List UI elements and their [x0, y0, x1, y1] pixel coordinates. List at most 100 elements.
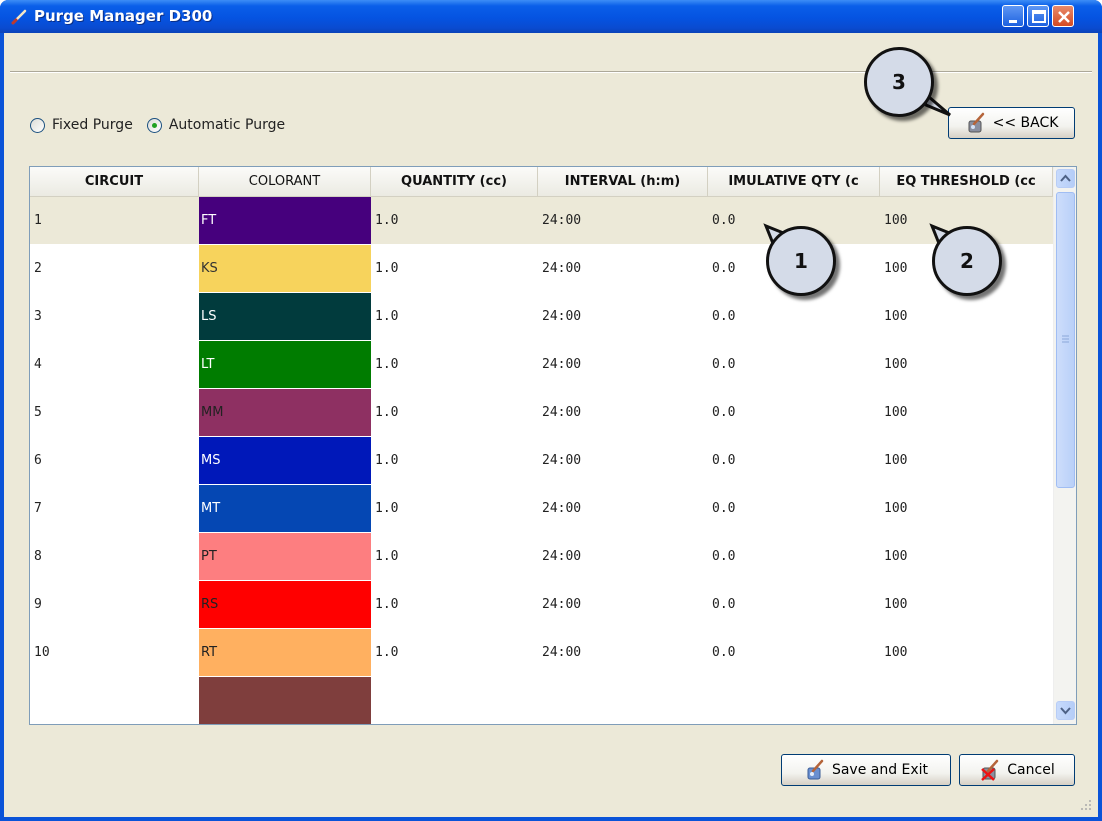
- close-icon: [1058, 11, 1070, 23]
- table-row[interactable]: 2 KS 1.0 24:00 0.0 100: [30, 245, 1053, 292]
- circuit-cell[interactable]: 1: [30, 197, 199, 244]
- threshold-cell[interactable]: 100: [880, 437, 1053, 484]
- quantity-cell[interactable]: 1.0: [371, 197, 538, 244]
- interval-cell[interactable]: 24:00: [538, 341, 708, 388]
- table-row[interactable]: 6 MS 1.0 24:00 0.0 100: [30, 437, 1053, 484]
- threshold-cell[interactable]: 100: [880, 485, 1053, 532]
- interval-cell[interactable]: 24:00: [538, 533, 708, 580]
- quantity-cell[interactable]: 1.0: [371, 533, 538, 580]
- radio-button-selected-icon[interactable]: [146, 117, 162, 133]
- cumulative-qty-cell[interactable]: 0.0: [708, 437, 880, 484]
- interval-cell[interactable]: 24:00: [538, 245, 708, 292]
- colorant-cell[interactable]: MS: [199, 437, 371, 484]
- circuit-cell[interactable]: 5: [30, 389, 199, 436]
- table-row[interactable]: 10 RT 1.0 24:00 0.0 100: [30, 629, 1053, 676]
- scroll-thumb[interactable]: [1056, 192, 1075, 488]
- back-button[interactable]: << BACK: [948, 107, 1075, 139]
- purge-manager-window: Purge Manager D300 Fixed Purge Automatic…: [0, 0, 1102, 821]
- colorant-cell[interactable]: LT: [199, 341, 371, 388]
- quantity-cell[interactable]: 1.0: [371, 389, 538, 436]
- column-header-interval[interactable]: INTERVAL (h:m): [538, 167, 708, 197]
- quantity-cell[interactable]: 1.0: [371, 629, 538, 676]
- circuit-cell[interactable]: 2: [30, 245, 199, 292]
- colorant-cell[interactable]: RT: [199, 629, 371, 676]
- cumulative-qty-cell[interactable]: 0.0: [708, 581, 880, 628]
- colorant-cell[interactable]: [199, 677, 371, 724]
- interval-cell[interactable]: [538, 677, 708, 724]
- close-button[interactable]: [1052, 5, 1074, 27]
- interval-cell[interactable]: 24:00: [538, 389, 708, 436]
- cumulative-qty-cell[interactable]: 0.0: [708, 629, 880, 676]
- table-row[interactable]: 3 LS 1.0 24:00 0.0 100: [30, 293, 1053, 340]
- quantity-cell[interactable]: 1.0: [371, 581, 538, 628]
- interval-cell[interactable]: 24:00: [538, 293, 708, 340]
- table-row[interactable]: 7 MT 1.0 24:00 0.0 100: [30, 485, 1053, 532]
- brush-icon: [11, 9, 27, 25]
- circuit-cell[interactable]: 8: [30, 533, 199, 580]
- circuit-cell[interactable]: 10: [30, 629, 199, 676]
- cumulative-qty-cell[interactable]: 0.0: [708, 533, 880, 580]
- circuit-cell[interactable]: 4: [30, 341, 199, 388]
- interval-cell[interactable]: 24:00: [538, 197, 708, 244]
- circuit-cell[interactable]: 3: [30, 293, 199, 340]
- save-and-exit-button[interactable]: Save and Exit: [781, 754, 951, 786]
- quantity-cell[interactable]: 1.0: [371, 245, 538, 292]
- column-header-threshold[interactable]: EQ THRESHOLD (cc: [880, 167, 1053, 197]
- quantity-cell[interactable]: 1.0: [371, 341, 538, 388]
- vertical-scrollbar[interactable]: [1053, 167, 1076, 724]
- threshold-cell[interactable]: 100: [880, 533, 1053, 580]
- threshold-cell[interactable]: 100: [880, 293, 1053, 340]
- radio-button-icon[interactable]: [30, 117, 45, 133]
- table-row[interactable]: 4 LT 1.0 24:00 0.0 100: [30, 341, 1053, 388]
- quantity-cell[interactable]: [371, 677, 538, 724]
- quantity-cell[interactable]: 1.0: [371, 485, 538, 532]
- colorant-cell[interactable]: MT: [199, 485, 371, 532]
- circuit-cell[interactable]: 6: [30, 437, 199, 484]
- resize-grip-icon[interactable]: [1078, 797, 1092, 811]
- fixed-purge-radio[interactable]: Fixed Purge: [30, 117, 133, 133]
- colorant-cell[interactable]: FT: [199, 197, 371, 244]
- interval-cell[interactable]: 24:00: [538, 629, 708, 676]
- scroll-up-button[interactable]: [1056, 169, 1075, 188]
- maximize-button[interactable]: [1027, 5, 1049, 27]
- cumulative-qty-cell[interactable]: 0.0: [708, 293, 880, 340]
- cumulative-qty-cell[interactable]: [708, 677, 880, 724]
- colorant-cell[interactable]: PT: [199, 533, 371, 580]
- circuit-cell[interactable]: 9: [30, 581, 199, 628]
- colorant-cell[interactable]: MM: [199, 389, 371, 436]
- client-area: Fixed Purge Automatic Purge << BACK CIRC…: [4, 33, 1098, 817]
- circuit-cell[interactable]: [30, 677, 199, 724]
- colorant-cell[interactable]: LS: [199, 293, 371, 340]
- table-row[interactable]: 9 RS 1.0 24:00 0.0 100: [30, 581, 1053, 628]
- threshold-cell[interactable]: 100: [880, 629, 1053, 676]
- cumulative-qty-cell[interactable]: 0.0: [708, 389, 880, 436]
- column-header-circuit[interactable]: CIRCUIT: [30, 167, 199, 197]
- column-header-cumulative-qty[interactable]: IMULATIVE QTY (c: [708, 167, 880, 197]
- table-row[interactable]: [30, 677, 1053, 724]
- table-row[interactable]: 1 FT 1.0 24:00 0.0 100: [30, 197, 1053, 244]
- column-header-colorant[interactable]: COLORANT: [199, 167, 371, 197]
- threshold-cell[interactable]: 100: [880, 341, 1053, 388]
- table-row[interactable]: 5 MM 1.0 24:00 0.0 100: [30, 389, 1053, 436]
- column-header-quantity[interactable]: QUANTITY (cc): [371, 167, 538, 197]
- quantity-cell[interactable]: 1.0: [371, 293, 538, 340]
- cumulative-qty-cell[interactable]: 0.0: [708, 485, 880, 532]
- callout-number: 3: [864, 47, 934, 117]
- cancel-button[interactable]: Cancel: [959, 754, 1075, 786]
- scroll-down-button[interactable]: [1056, 701, 1075, 720]
- colorant-cell[interactable]: KS: [199, 245, 371, 292]
- table-row[interactable]: 8 PT 1.0 24:00 0.0 100: [30, 533, 1053, 580]
- interval-cell[interactable]: 24:00: [538, 581, 708, 628]
- interval-cell[interactable]: 24:00: [538, 437, 708, 484]
- title-bar[interactable]: Purge Manager D300: [0, 0, 1102, 33]
- threshold-cell[interactable]: 100: [880, 389, 1053, 436]
- quantity-cell[interactable]: 1.0: [371, 437, 538, 484]
- threshold-cell[interactable]: 100: [880, 581, 1053, 628]
- interval-cell[interactable]: 24:00: [538, 485, 708, 532]
- colorant-cell[interactable]: RS: [199, 581, 371, 628]
- cumulative-qty-cell[interactable]: 0.0: [708, 341, 880, 388]
- circuit-cell[interactable]: 7: [30, 485, 199, 532]
- minimize-button[interactable]: [1002, 5, 1024, 27]
- automatic-purge-radio[interactable]: Automatic Purge: [146, 117, 285, 133]
- threshold-cell[interactable]: [880, 677, 1053, 724]
